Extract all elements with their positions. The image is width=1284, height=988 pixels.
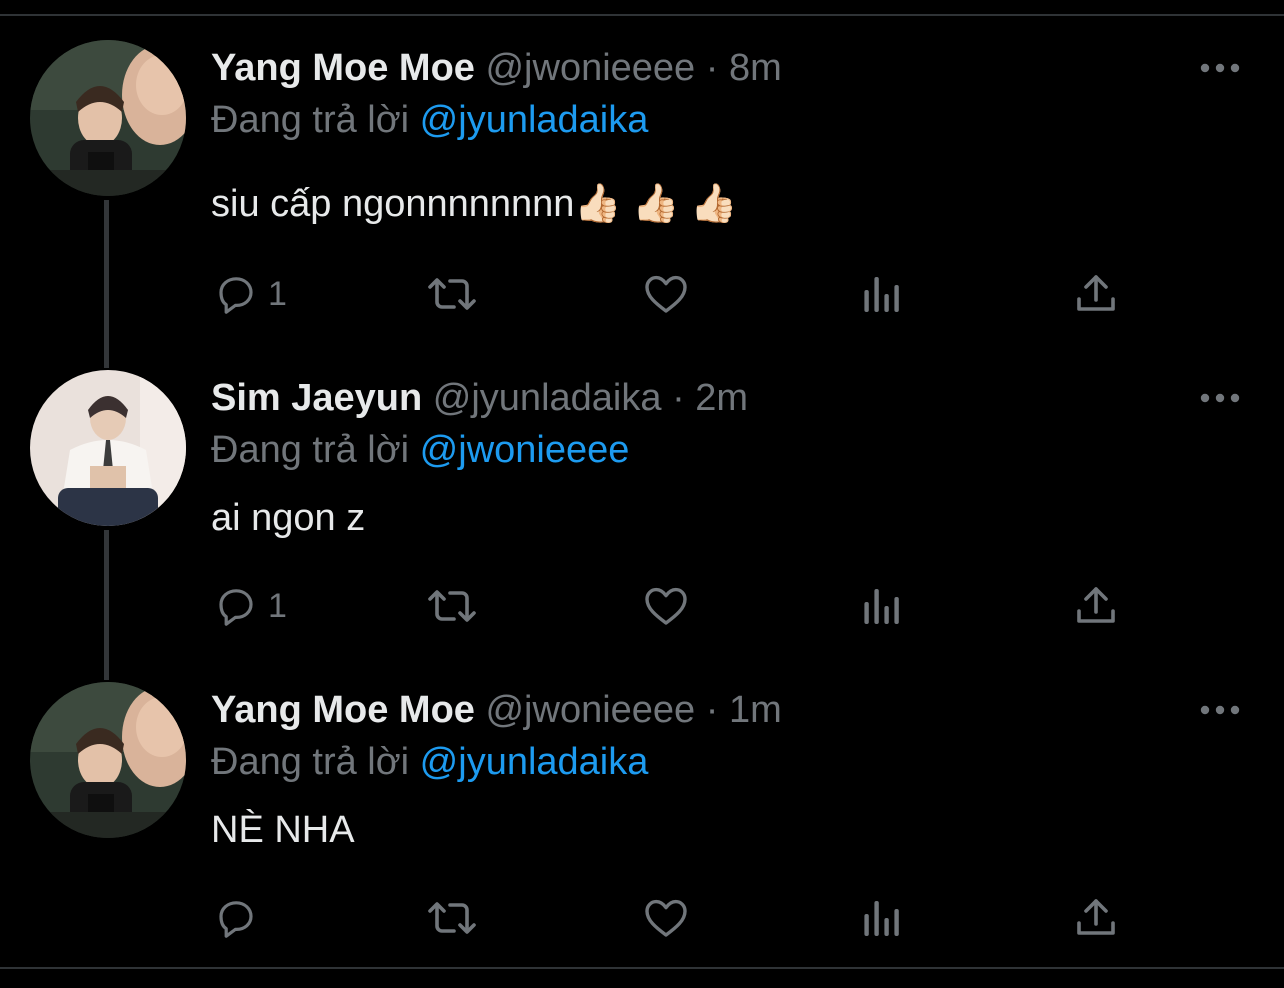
share-button[interactable] bbox=[1072, 894, 1120, 942]
reply-button[interactable]: 1 bbox=[212, 270, 287, 318]
like-button[interactable] bbox=[640, 894, 692, 942]
like-button[interactable] bbox=[640, 270, 692, 318]
mention-link[interactable]: @jwonieeee bbox=[420, 429, 630, 471]
timestamp[interactable]: 1m bbox=[729, 689, 782, 731]
avatar[interactable] bbox=[30, 370, 186, 526]
replying-to-label: Đang trả lời bbox=[211, 429, 410, 471]
analytics-button[interactable] bbox=[858, 270, 906, 318]
tweet-actions bbox=[212, 894, 1132, 942]
share-icon bbox=[1077, 275, 1115, 311]
avatar-image bbox=[30, 370, 186, 526]
analytics-button[interactable] bbox=[858, 894, 906, 942]
tweet[interactable]: Sim Jaeyun @jyunladaika · 2m Đang trả lờ… bbox=[0, 330, 1284, 630]
display-name[interactable]: Sim Jaeyun bbox=[211, 377, 422, 419]
timestamp[interactable]: 8m bbox=[729, 47, 782, 89]
replying-to-line: Đang trả lời @jyunladaika bbox=[211, 96, 648, 144]
more-icon[interactable] bbox=[1198, 56, 1242, 80]
mention-link[interactable]: @jyunladaika bbox=[420, 99, 649, 141]
reply-button[interactable] bbox=[212, 894, 268, 942]
retweet-button[interactable] bbox=[424, 894, 480, 942]
share-icon bbox=[1077, 899, 1115, 935]
analytics-icon bbox=[864, 589, 899, 624]
separator-dot: · bbox=[672, 377, 685, 419]
share-button[interactable] bbox=[1072, 270, 1120, 318]
tweet-header: Yang Moe Moe @jwonieeee · 1m bbox=[211, 686, 782, 734]
bottom-divider bbox=[0, 967, 1284, 969]
retweet-icon bbox=[428, 278, 476, 310]
reply-icon bbox=[219, 901, 253, 938]
username-handle[interactable]: @jwonieeee bbox=[485, 47, 695, 89]
replying-to-line: Đang trả lời @jwonieeee bbox=[211, 426, 629, 474]
tweet-actions: 1 bbox=[212, 582, 1132, 630]
more-icon[interactable] bbox=[1198, 698, 1242, 722]
retweet-icon bbox=[428, 590, 476, 622]
retweet-button[interactable] bbox=[424, 270, 480, 318]
replying-to-label: Đang trả lời bbox=[211, 741, 410, 783]
reply-count: 1 bbox=[268, 587, 287, 625]
reply-icon bbox=[219, 277, 253, 314]
username-handle[interactable]: @jwonieeee bbox=[485, 689, 695, 731]
display-name[interactable]: Yang Moe Moe bbox=[211, 47, 475, 89]
analytics-button[interactable] bbox=[858, 582, 906, 630]
tweet[interactable]: Yang Moe Moe @jwonieeee · 8m Đang trả lờ… bbox=[0, 0, 1284, 314]
display-name[interactable]: Yang Moe Moe bbox=[211, 689, 475, 731]
share-button[interactable] bbox=[1072, 582, 1120, 630]
reply-icon bbox=[219, 589, 253, 626]
tweet-actions: 1 bbox=[212, 270, 1132, 318]
reply-count: 1 bbox=[268, 275, 287, 313]
like-icon bbox=[645, 899, 687, 937]
timestamp[interactable]: 2m bbox=[695, 377, 748, 419]
avatar[interactable] bbox=[30, 682, 186, 838]
separator-dot: · bbox=[705, 47, 719, 89]
like-icon bbox=[645, 587, 687, 625]
replying-to-label: Đang trả lời bbox=[211, 99, 410, 141]
separator-dot: · bbox=[705, 689, 719, 731]
retweet-button[interactable] bbox=[424, 582, 480, 630]
more-icon[interactable] bbox=[1198, 386, 1242, 410]
avatar[interactable] bbox=[30, 40, 186, 196]
mention-link[interactable]: @jyunladaika bbox=[420, 741, 649, 783]
username-handle[interactable]: @jyunladaika bbox=[433, 377, 662, 419]
avatar-image bbox=[30, 682, 186, 838]
tweet-header: Yang Moe Moe @jwonieeee · 8m bbox=[211, 44, 782, 92]
tweet-text: siu cấp ngonnnnnnnn👍🏻 👍🏻 👍🏻 bbox=[211, 183, 738, 225]
share-icon bbox=[1077, 587, 1115, 623]
reply-button[interactable]: 1 bbox=[212, 582, 287, 630]
tweet-header: Sim Jaeyun @jyunladaika · 2m bbox=[211, 374, 748, 422]
like-icon bbox=[645, 275, 687, 313]
avatar-image bbox=[30, 40, 186, 196]
analytics-icon bbox=[864, 277, 899, 312]
retweet-icon bbox=[428, 902, 476, 934]
analytics-icon bbox=[864, 901, 899, 936]
replying-to-line: Đang trả lời @jyunladaika bbox=[211, 738, 648, 786]
tweet-text: NÈ NHA bbox=[211, 809, 355, 851]
tweet-text: ai ngon z bbox=[211, 497, 366, 539]
like-button[interactable] bbox=[640, 582, 692, 630]
tweet[interactable]: Yang Moe Moe @jwonieeee · 1m Đang trả lờ… bbox=[0, 642, 1284, 942]
